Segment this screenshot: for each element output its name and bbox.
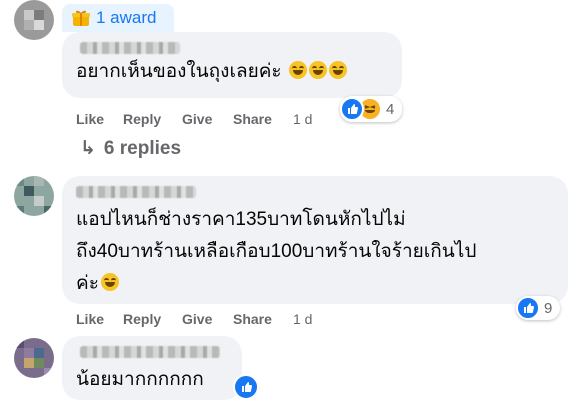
grinning-emoji [100,273,119,291]
comment-bubble: แอปไหนก็ช่างราคา135บาทโดนหักไปไม่ ถึง40บ… [62,176,568,304]
like-button[interactable]: Like [76,311,104,327]
reply-button[interactable]: Reply [123,311,161,327]
comment-text: อยากเห็นของในถุงเลยค่ะ [76,61,282,82]
reply-button[interactable]: Reply [123,111,161,127]
reaction-count: 9 [544,299,553,317]
reaction-summary[interactable]: 4 [340,96,403,122]
comment-text: แอปไหนก็ช่างราคา135บาทโดนหักไปไม่ ถึง40บ… [76,209,477,294]
like-button[interactable]: Like [76,111,104,127]
grinning-emoji [308,61,327,79]
author-name[interactable] [76,186,196,198]
give-button[interactable]: Give [182,311,212,327]
comment-text: น้อยมากกกกกก [76,369,204,390]
reply-arrow-icon: ↳ [80,138,96,159]
grinning-emoji [328,61,347,79]
share-button[interactable]: Share [233,311,272,327]
like-reaction-icon [516,296,540,320]
reaction-count: 4 [386,100,395,118]
like-reaction-icon [340,97,364,121]
gift-icon [72,9,90,27]
give-button[interactable]: Give [182,111,212,127]
share-button[interactable]: Share [233,111,272,127]
avatar[interactable] [14,338,54,378]
grinning-emoji [288,61,307,79]
avatar[interactable] [14,0,54,40]
timestamp[interactable]: 1 d [293,111,312,127]
view-replies-link[interactable]: ↳ 6 replies [80,137,181,160]
like-reaction-icon[interactable] [233,374,259,400]
author-name[interactable] [80,42,180,54]
replies-label: 6 replies [103,137,182,159]
comment-bubble: น้อยมากกกกกก [62,336,242,400]
avatar[interactable] [14,176,54,216]
timestamp[interactable]: 1 d [293,311,312,327]
award-badge[interactable]: 1 award [62,4,174,32]
award-label: 1 award [96,8,157,27]
reaction-summary[interactable]: 9 [516,296,561,320]
comment-bubble: อยากเห็นของในถุงเลยค่ะ [62,32,402,98]
author-name[interactable] [80,346,220,358]
